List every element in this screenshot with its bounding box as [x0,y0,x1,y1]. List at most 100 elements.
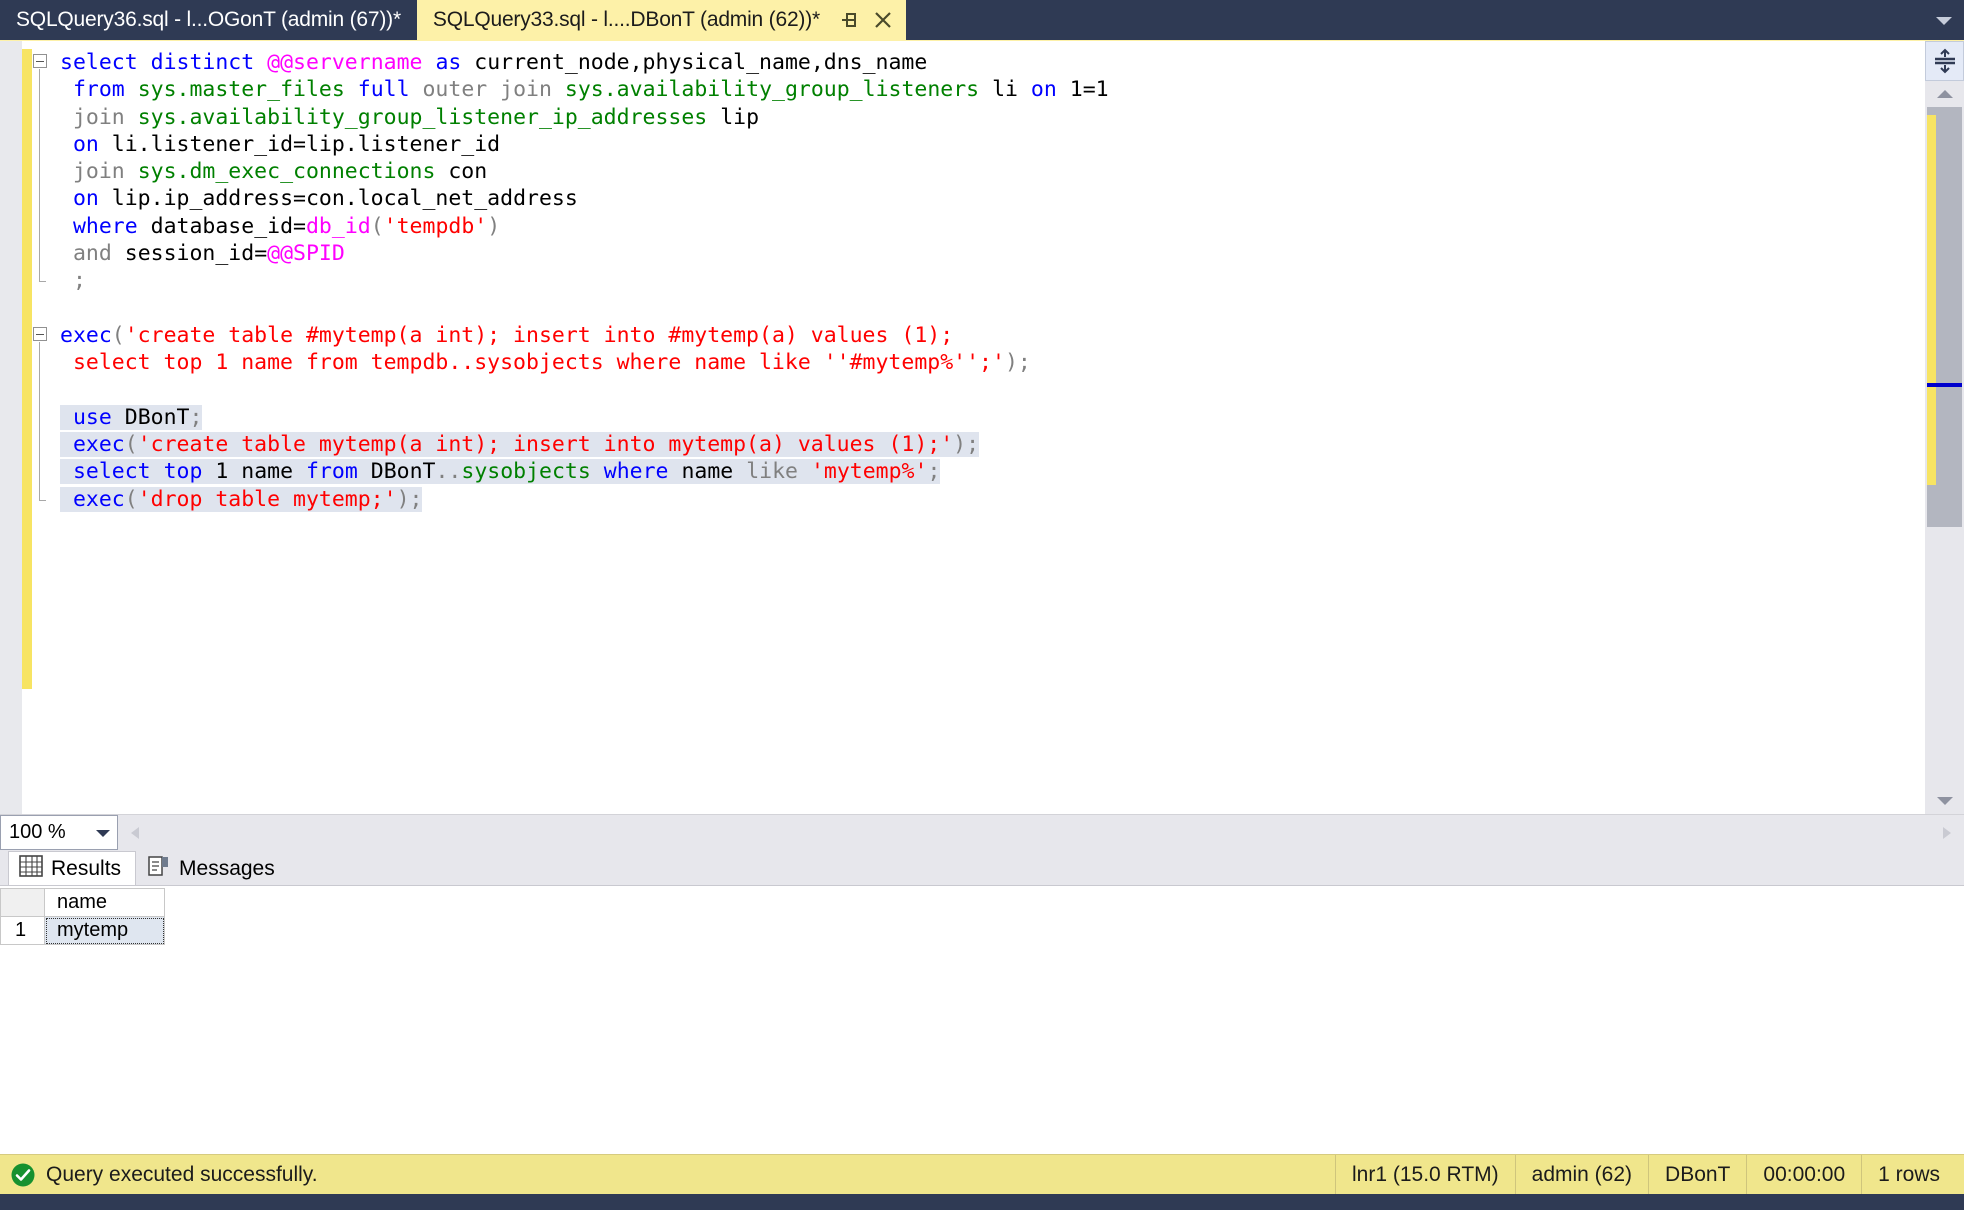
unsaved-changes-marker [22,49,32,689]
status-user: admin (62) [1514,1155,1648,1194]
code-line[interactable]: join sys.availability_group_listener_ip_… [54,104,1924,131]
code-line[interactable]: from sys.master_files full outer join sy… [54,76,1924,103]
pin-icon[interactable] [834,5,864,35]
editor-horizontal-scrollbar[interactable] [118,815,1964,850]
code-token: exec [60,322,112,348]
code-token: @@servername [267,50,423,75]
sql-editor[interactable]: select distinct @@servername as current_… [0,41,1924,814]
code-line[interactable]: use DBonT; [54,404,1924,431]
code-line[interactable]: select top 1 name from DBonT..sysobjects… [54,458,1924,485]
row-number-cell[interactable]: 1 [0,916,45,945]
code-line[interactable]: on lip.ip_address=con.local_net_address [54,185,1924,212]
code-token: li.listener_id=lip.listener_id [111,131,501,157]
code-line-content: on li.listener_id=lip.listener_id [60,132,500,157]
code-token: join [500,77,552,103]
fold-guide-line [39,69,40,282]
status-message-group: Query executed successfully. [0,1162,1335,1188]
editor-vertical-scrollbar[interactable] [1924,41,1964,814]
code-token: name [681,459,734,485]
code-token: where [603,459,669,485]
tab-results-label: Results [51,856,122,880]
column-header-name[interactable]: name [44,888,165,917]
code-line[interactable]: join sys.dm_exec_connections con [54,158,1924,185]
zoom-level-dropdown[interactable]: 100 % [0,815,118,850]
code-line-content: ; [60,268,86,293]
grid-cell[interactable]: mytemp [44,916,165,945]
table-row[interactable]: 1 mytemp [0,916,165,945]
close-icon[interactable] [868,5,898,35]
code-line-content [60,296,73,321]
arrow-right-icon[interactable] [1934,825,1960,841]
code-line-content: select top 1 name from DBonT..sysobjects… [60,459,941,485]
tab-sqlquery33[interactable]: SQLQuery33.sql - l....DBonT (admin (62))… [416,0,906,40]
code-token: ; [189,404,203,430]
code-token: sys.dm_exec_connections [137,159,436,185]
code-token: use [72,404,112,430]
status-elapsed: 00:00:00 [1746,1155,1861,1194]
scroll-down-arrow[interactable] [1925,788,1964,814]
chevron-down-icon[interactable] [1924,0,1964,40]
status-info-group: lnr1 (15.0 RTM) admin (62) DBonT 00:00:00 1 … [1334,1155,1964,1194]
fold-toggle[interactable] [33,327,47,341]
code-token: 'mytemp%' [810,459,928,485]
split-pane-button[interactable] [1925,41,1964,81]
code-token: session_id= [124,241,268,267]
status-bar: Query executed successfully. lnr1 (15.0 … [0,1154,1964,1194]
tab-messages[interactable]: Messages [136,851,290,885]
code-token: name [241,459,294,485]
fold-toggle[interactable] [33,54,47,68]
status-database: DBonT [1648,1155,1746,1194]
code-token: ) [396,486,410,512]
code-token: 'create table mytemp(a int); insert into… [137,432,954,458]
tab-results[interactable]: Results [8,851,137,885]
code-line[interactable]: ; [54,267,1924,294]
code-line[interactable]: select distinct @@servername as current_… [54,49,1924,76]
code-line[interactable]: and session_id=@@SPID [54,240,1924,267]
scroll-up-arrow[interactable] [1925,81,1964,107]
code-text[interactable]: select distinct @@servername as current_… [54,41,1924,814]
code-line[interactable]: exec('create table mytemp(a int); insert… [54,431,1924,458]
code-line[interactable] [54,377,1924,404]
code-token: on [72,186,99,212]
code-line-content: join sys.availability_group_listener_ip_… [60,105,759,130]
code-token: DBonT [124,404,190,430]
fold-region-end [39,281,46,283]
row-number-header[interactable] [0,888,45,917]
code-token: distinct [150,50,255,75]
code-token: on [1030,77,1057,103]
code-line[interactable]: where database_id=db_id('tempdb') [54,213,1924,240]
code-line[interactable]: exec('create table #mytemp(a int); inser… [54,322,1924,349]
code-token: ) [953,432,967,458]
change-bar [22,41,32,814]
tab-sqlquery36[interactable]: SQLQuery36.sql - l...OGonT (admin (67))* [0,0,417,40]
code-line-content: join sys.dm_exec_connections con [60,159,487,184]
vertical-scroll-track[interactable] [1925,107,1964,788]
code-line[interactable] [54,295,1924,322]
results-grid[interactable]: name 1 mytemp [0,888,165,945]
code-line[interactable]: exec('drop table mytemp;'); [54,486,1924,513]
code-token: from [72,77,125,103]
code-token: @@SPID [267,241,345,267]
code-line[interactable]: select top 1 name from tempdb..sysobject… [54,349,1924,376]
code-line[interactable]: on li.listener_id=lip.listener_id [54,131,1924,158]
status-server: lnr1 (15.0 RTM) [1334,1155,1515,1194]
code-token: ) [487,213,501,239]
results-grid-container[interactable]: name 1 mytemp [0,886,1964,1154]
code-token: 1=1 [1069,77,1109,103]
arrow-left-icon[interactable] [122,825,148,841]
ssms-window: SQLQuery36.sql - l...OGonT (admin (67))*… [0,0,1964,1210]
